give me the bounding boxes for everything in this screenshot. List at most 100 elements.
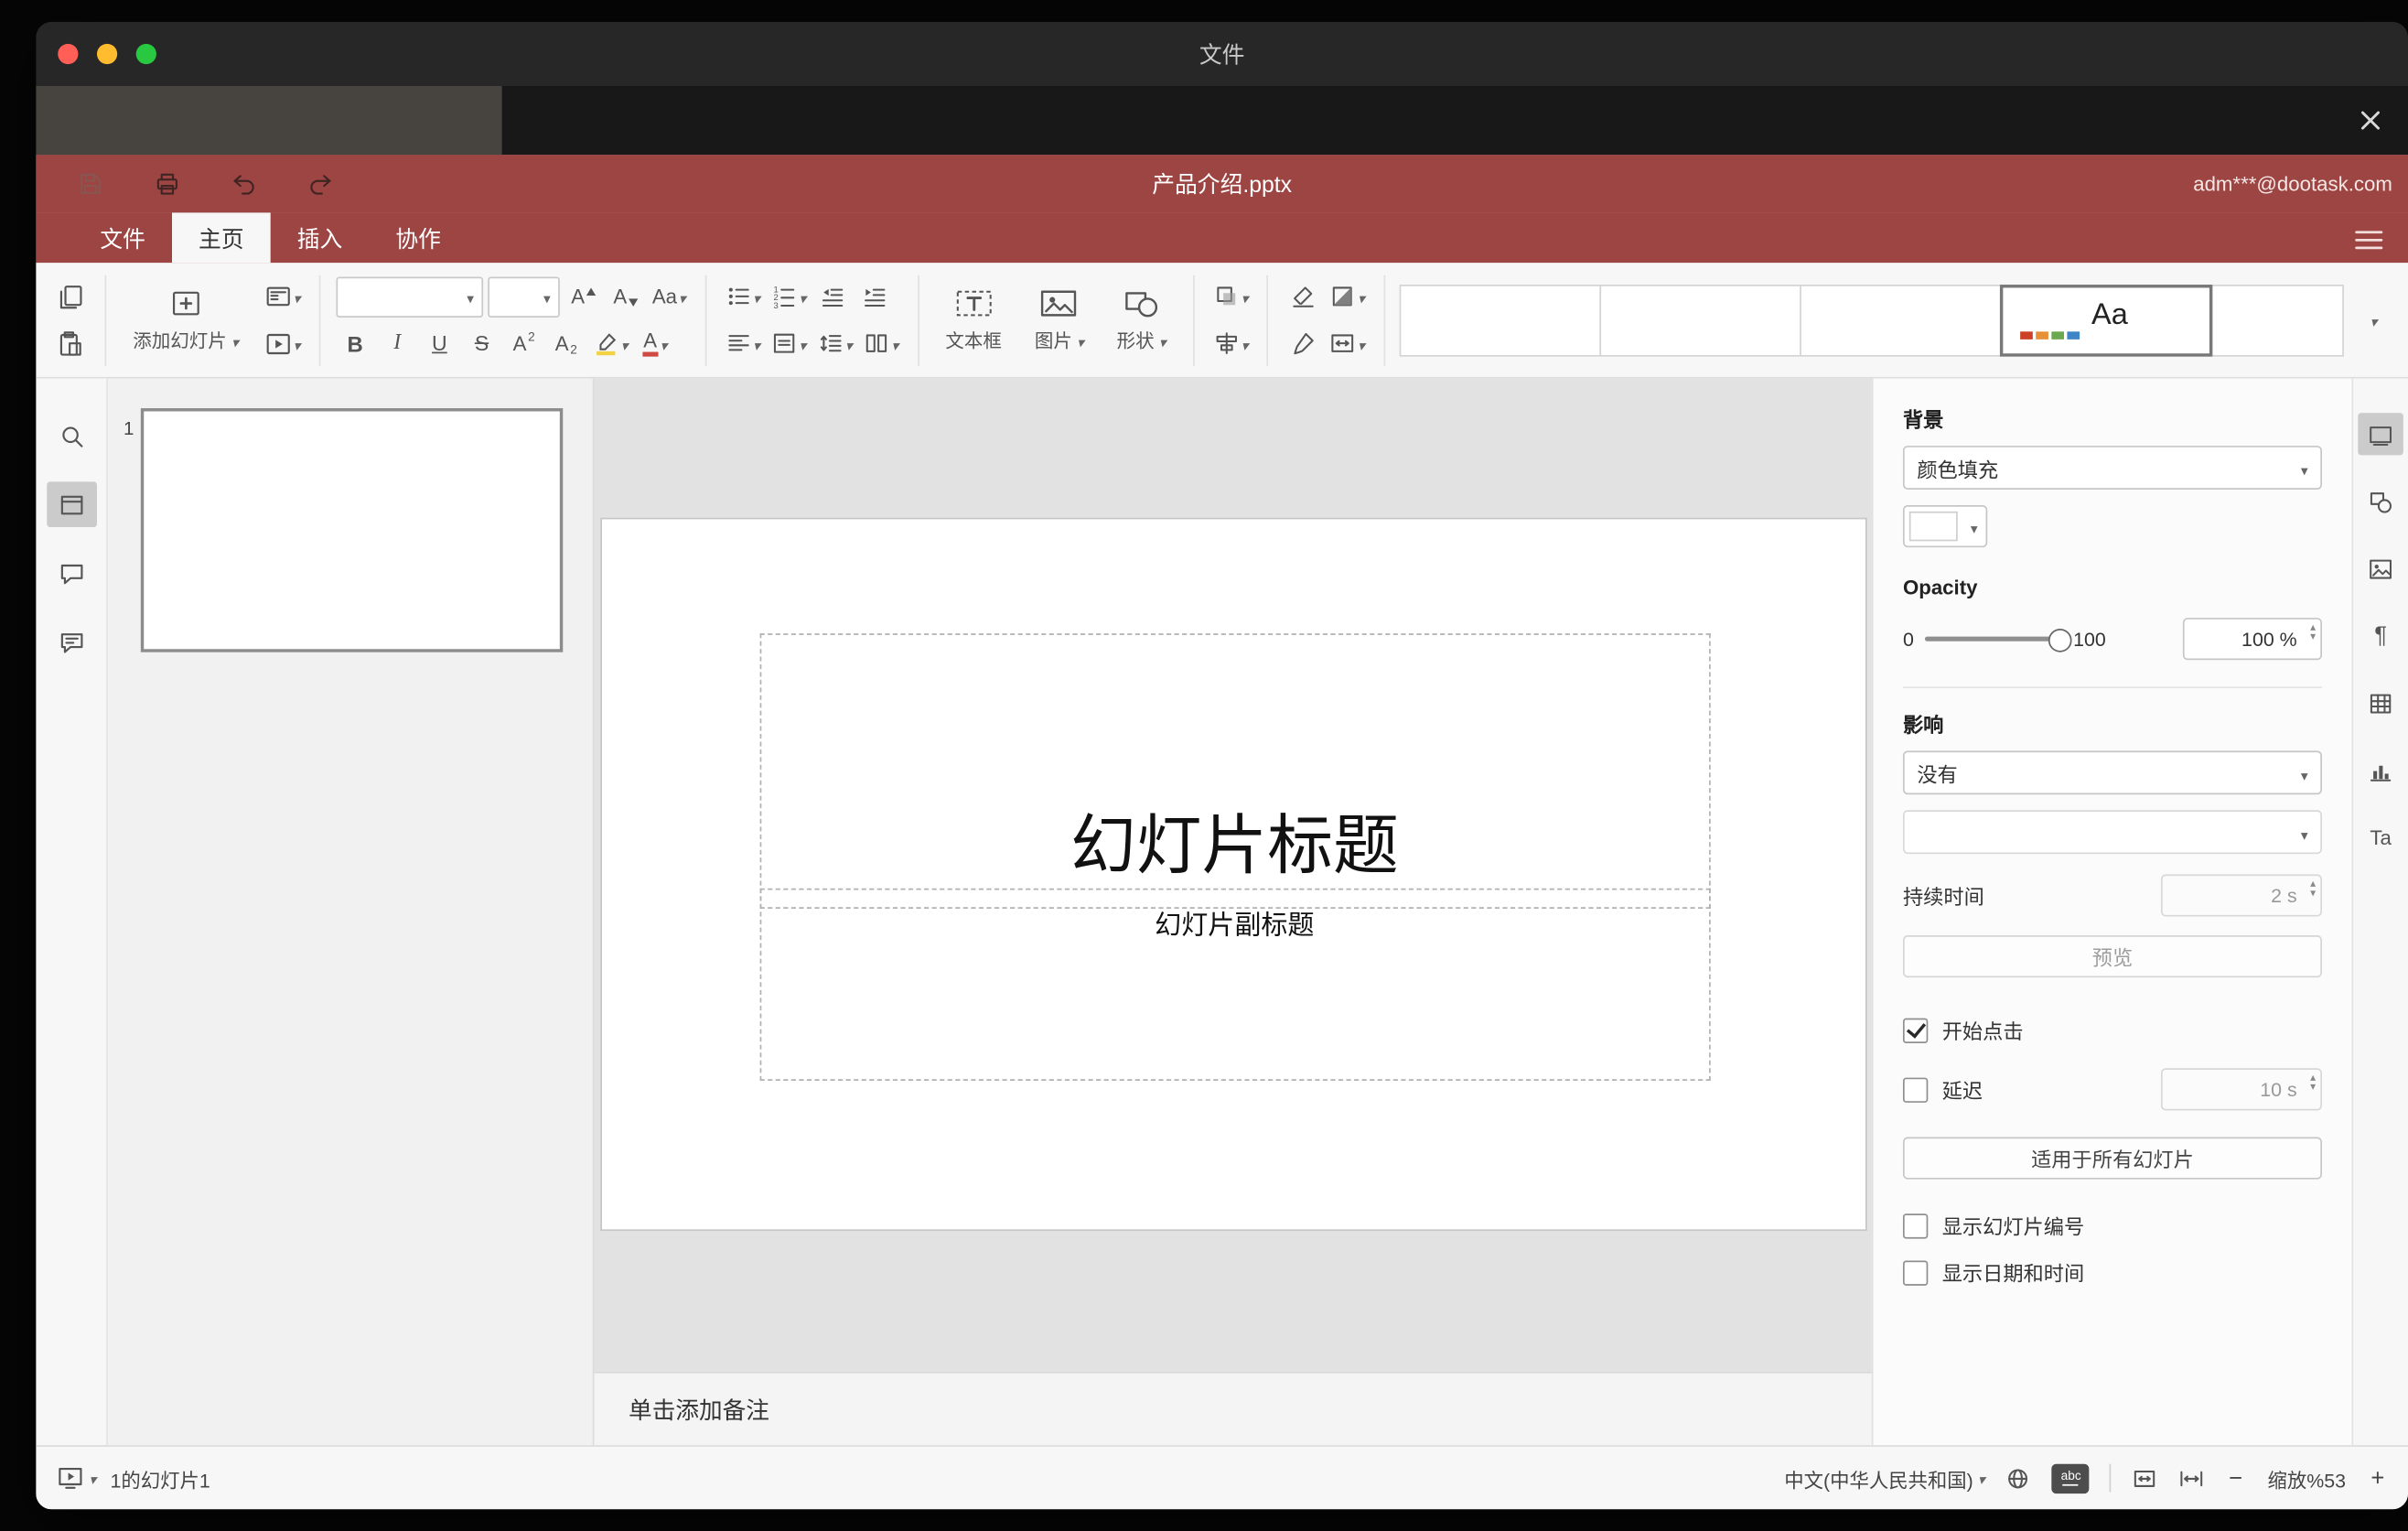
fit-width-icon[interactable]	[2179, 1465, 2206, 1492]
tab-home[interactable]: 主页	[171, 212, 271, 264]
chart-settings-icon[interactable]	[2358, 749, 2403, 792]
line-spacing-button[interactable]	[814, 323, 855, 363]
spellcheck-icon[interactable]: abc	[2052, 1462, 2091, 1493]
show-date-time-checkbox[interactable]	[1902, 1259, 1929, 1286]
theme-tile-selected[interactable]: Aa	[1999, 284, 2212, 356]
shape-settings-icon[interactable]	[2358, 480, 2403, 523]
minimize-traffic-light[interactable]	[96, 43, 118, 65]
increase-indent-button[interactable]	[856, 276, 894, 317]
preview-button[interactable]: 预览	[1902, 935, 2322, 978]
insert-image-button[interactable]: 图片	[1024, 272, 1095, 369]
start-slideshow-button[interactable]	[261, 323, 304, 363]
align-shape-button[interactable]	[1209, 323, 1251, 363]
clear-style-button[interactable]	[1285, 276, 1322, 317]
insert-columns-button[interactable]	[860, 323, 901, 363]
textart-settings-icon[interactable]: Ta	[2358, 816, 2403, 858]
spinner-icon[interactable]	[2310, 622, 2316, 642]
theme-gallery-expand-icon[interactable]	[2355, 307, 2392, 331]
save-icon[interactable]	[67, 160, 113, 207]
notes-area[interactable]: 单击添加备注	[594, 1371, 1872, 1446]
theme-tile-3[interactable]	[1799, 284, 2002, 356]
delay-checkbox[interactable]	[1902, 1076, 1929, 1103]
paste-icon[interactable]	[51, 323, 89, 363]
highlight-color-button[interactable]	[589, 323, 630, 363]
document-language-icon[interactable]	[2005, 1465, 2032, 1492]
subtitle-placeholder[interactable]: 幻灯片副标题	[758, 888, 1710, 1081]
fit-slide-icon[interactable]	[2132, 1465, 2158, 1492]
spinner-icon[interactable]	[2310, 879, 2316, 900]
slide-thumbnail[interactable]	[140, 408, 564, 652]
increment-font-size-button[interactable]: A	[564, 276, 602, 317]
spinner-icon[interactable]	[2310, 1073, 2316, 1093]
show-slide-number-checkbox[interactable]	[1902, 1213, 1929, 1238]
close-icon[interactable]	[2349, 99, 2392, 143]
redo-icon[interactable]	[297, 160, 344, 207]
chevron-down-icon	[294, 286, 301, 307]
image-settings-icon[interactable]	[2358, 547, 2403, 589]
duration-input[interactable]: 2 s	[2160, 874, 2322, 917]
zoom-out-button[interactable]: −	[2226, 1465, 2246, 1492]
undo-icon[interactable]	[220, 160, 267, 207]
bold-button[interactable]: B	[337, 323, 374, 363]
fill-color-button[interactable]	[1327, 276, 1368, 317]
table-settings-icon[interactable]	[2358, 682, 2403, 724]
comments-icon[interactable]	[46, 551, 96, 597]
opacity-min: 0	[1902, 628, 1914, 651]
zoom-in-button[interactable]: +	[2368, 1465, 2388, 1492]
font-name-select[interactable]	[336, 275, 484, 318]
chat-icon[interactable]	[46, 620, 96, 665]
print-icon[interactable]	[144, 160, 190, 207]
chevron-down-icon	[1978, 1468, 1985, 1487]
slide-settings-icon[interactable]	[2358, 413, 2403, 456]
delay-input[interactable]: 10 s	[2160, 1068, 2322, 1111]
underline-button[interactable]: U	[421, 323, 458, 363]
opacity-slider[interactable]	[1924, 628, 2072, 652]
decrement-font-size-button[interactable]: A	[607, 276, 644, 317]
background-fill-select[interactable]: 颜色填充	[1902, 446, 2322, 490]
italic-button[interactable]: I	[379, 323, 416, 363]
theme-tile-5[interactable]	[2210, 284, 2344, 356]
close-traffic-light[interactable]	[58, 43, 79, 65]
copy-style-button[interactable]	[1285, 323, 1322, 363]
search-icon[interactable]	[46, 413, 96, 458]
apply-to-all-slides-button[interactable]: 适用于所有幻灯片	[1902, 1137, 2322, 1180]
language-select[interactable]: 中文(中华人民共和国)	[1784, 1463, 1984, 1493]
tab-file[interactable]: 文件	[73, 212, 172, 263]
background-color-picker[interactable]	[1902, 505, 1988, 548]
horizontal-align-button[interactable]	[722, 323, 763, 363]
slide-canvas[interactable]: 幻灯片标题 幻灯片副标题	[594, 378, 1872, 1372]
theme-tile-1[interactable]	[1399, 284, 1601, 356]
change-case-button[interactable]: Aa	[649, 276, 688, 317]
slide[interactable]: 幻灯片标题 幻灯片副标题	[601, 519, 1865, 1230]
font-size-select[interactable]	[488, 275, 560, 318]
add-slide-button[interactable]: 添加幻灯片	[122, 272, 249, 369]
transition-variant-select[interactable]	[1902, 810, 2322, 855]
subscript-button[interactable]: A2	[547, 323, 585, 363]
slides-panel-icon[interactable]	[46, 481, 97, 527]
superscript-button[interactable]: A2	[505, 323, 543, 363]
start-slideshow-status-icon[interactable]	[57, 1464, 97, 1493]
bullets-button[interactable]	[722, 276, 763, 317]
zoom-traffic-light[interactable]	[135, 43, 156, 65]
insert-shape-button[interactable]: 形状	[1106, 272, 1177, 369]
title-placeholder[interactable]: 幻灯片标题	[758, 633, 1710, 909]
arrange-shape-button[interactable]	[1209, 276, 1251, 317]
opacity-slider-knob[interactable]	[2048, 628, 2072, 652]
strikethrough-button[interactable]: S	[463, 323, 500, 363]
tab-insert[interactable]: 插入	[271, 212, 370, 263]
vertical-align-button[interactable]	[768, 323, 809, 363]
hamburger-menu-icon[interactable]	[2346, 219, 2392, 259]
insert-textbox-button[interactable]: 文本框	[934, 272, 1012, 369]
tab-collaboration[interactable]: 协作	[369, 212, 468, 263]
opacity-input[interactable]: 100 %	[2182, 618, 2322, 661]
start-on-click-checkbox[interactable]	[1902, 1017, 1929, 1043]
numbering-button[interactable]: 123	[768, 276, 809, 317]
transition-effect-select[interactable]: 没有	[1902, 750, 2322, 795]
decrease-indent-button[interactable]	[814, 276, 852, 317]
copy-icon[interactable]	[51, 276, 89, 317]
font-color-button[interactable]: A	[636, 323, 673, 363]
paragraph-settings-icon[interactable]: ¶	[2358, 615, 2403, 657]
slide-layout-button[interactable]	[261, 276, 304, 317]
theme-tile-2[interactable]	[1599, 284, 1801, 356]
slide-size-button[interactable]	[1327, 323, 1368, 363]
